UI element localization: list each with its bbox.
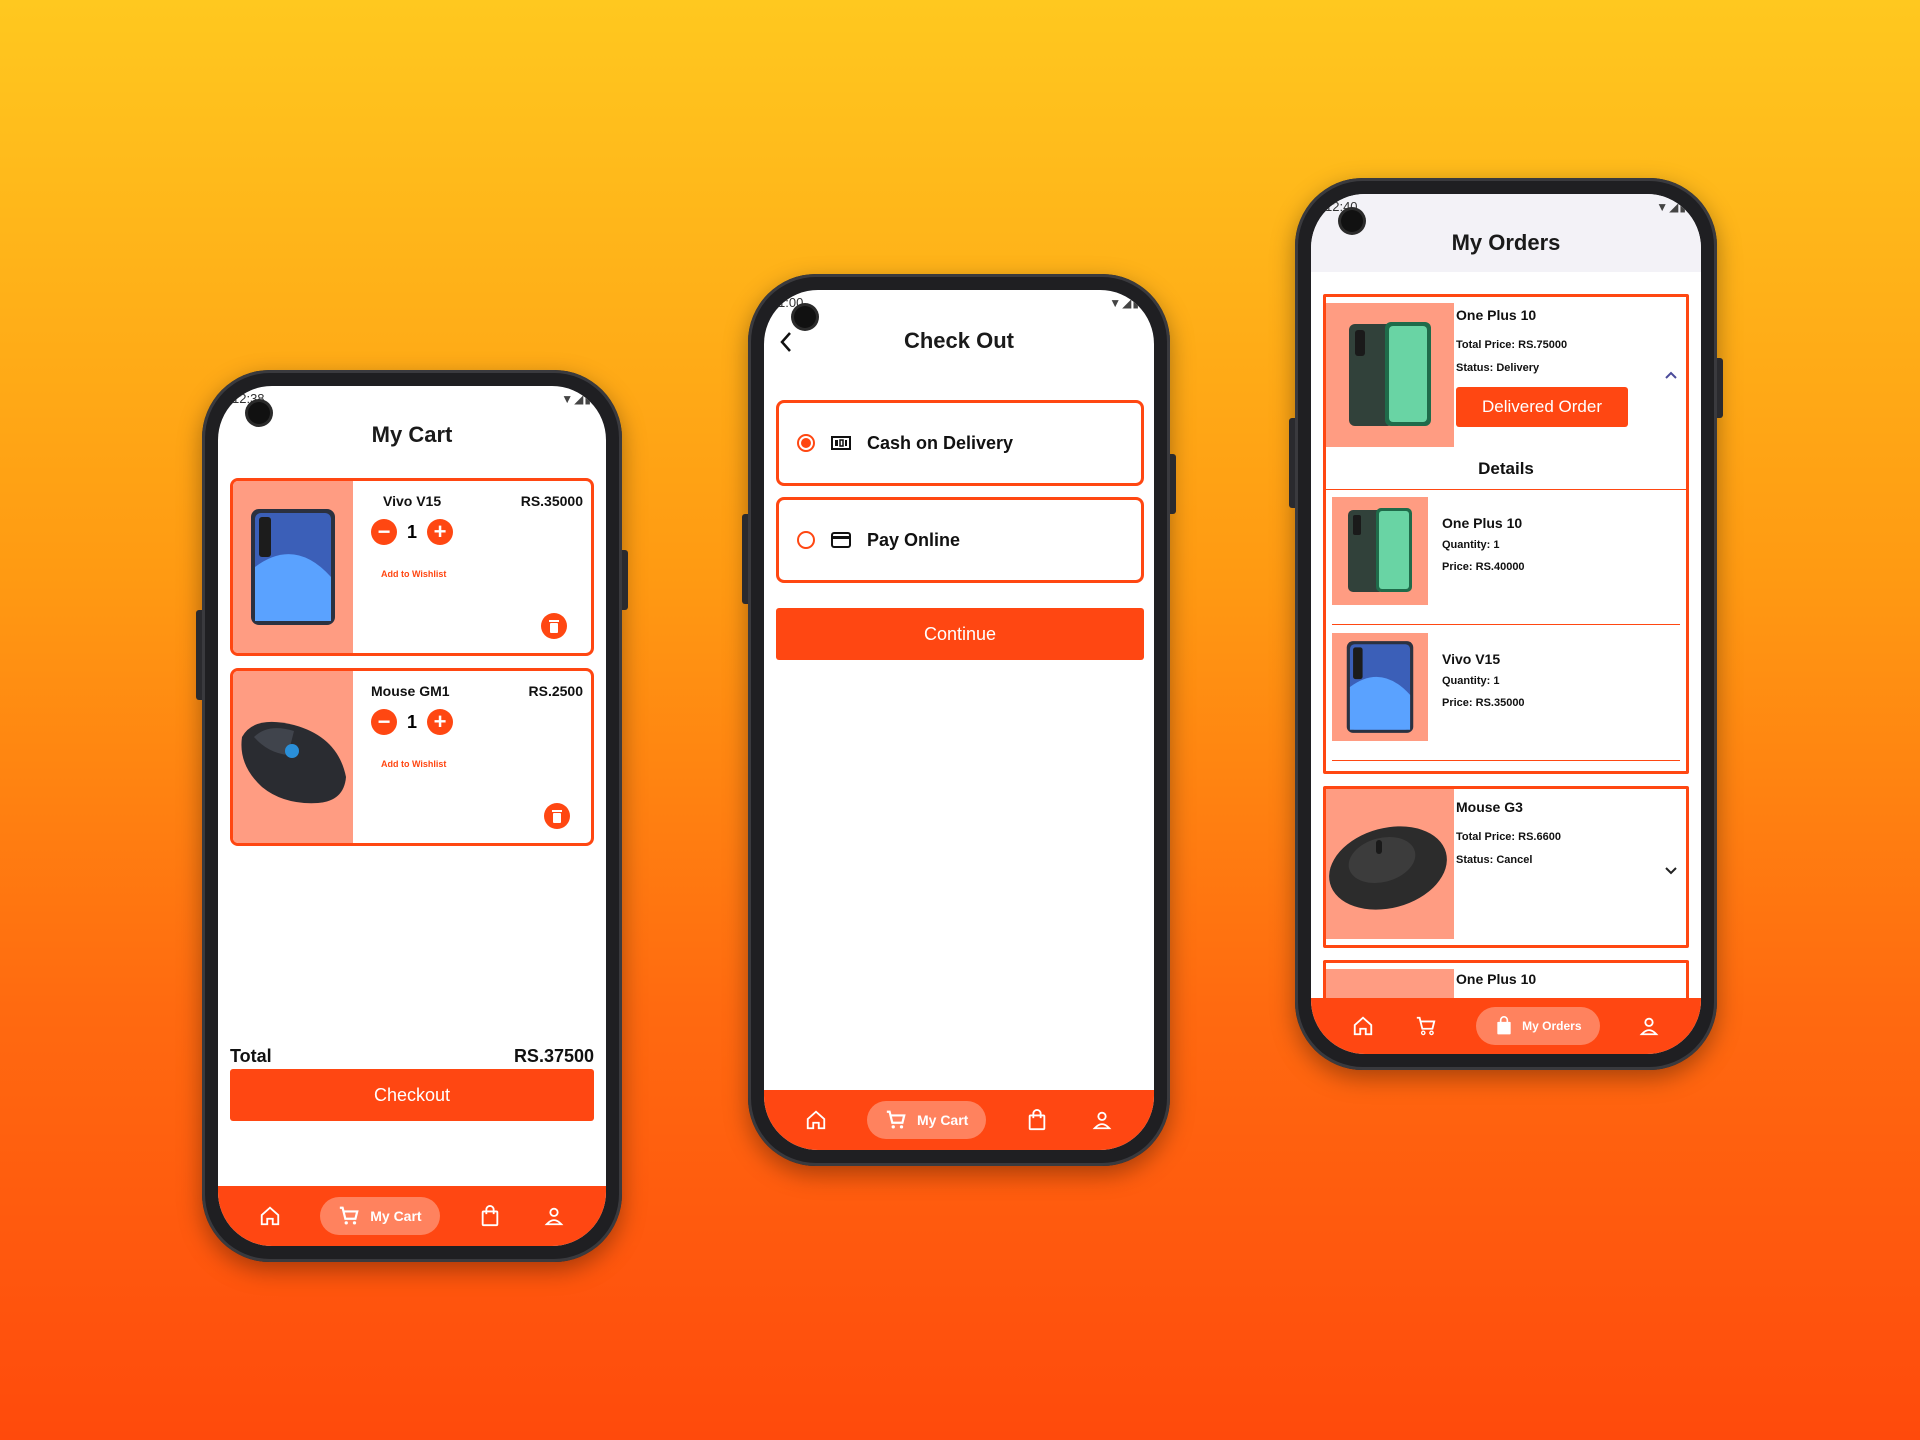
quantity-stepper: − 1 + bbox=[371, 519, 454, 545]
product-image bbox=[1326, 969, 1454, 1000]
order-total: Total Price: RS.75000 bbox=[1456, 339, 1568, 351]
home-icon[interactable] bbox=[256, 1202, 284, 1230]
nav-label: My Cart bbox=[916, 1112, 969, 1128]
home-icon[interactable] bbox=[1349, 1012, 1377, 1040]
user-icon[interactable] bbox=[1088, 1106, 1116, 1134]
status-icons: ▼◢▮ bbox=[1656, 200, 1687, 214]
quantity-stepper: − 1 + bbox=[371, 709, 454, 735]
status-icons: ▼◢▮ bbox=[1109, 296, 1140, 310]
order-status: Status: Cancel bbox=[1456, 854, 1533, 866]
detail-qty: Quantity: 1 bbox=[1442, 539, 1500, 551]
status-icons: ▼◢▮ bbox=[561, 392, 592, 406]
front-camera bbox=[794, 306, 816, 328]
nav-my-cart[interactable]: My Cart bbox=[320, 1197, 440, 1235]
cart-item[interactable]: Mouse GM1 RS.2500 − 1 + Add to Wishlist bbox=[230, 668, 594, 846]
page-title: My Cart bbox=[371, 422, 453, 447]
order-total: Total Price: RS.6600 bbox=[1456, 831, 1561, 843]
plus-button[interactable]: + bbox=[427, 709, 454, 735]
detail-name: Vivo V15 bbox=[1442, 651, 1501, 667]
cart-item[interactable]: Vivo V15 RS.35000 − 1 + Add to Wishlist bbox=[230, 478, 594, 656]
option-label: Cash on Delivery bbox=[867, 432, 1014, 453]
chevron-down-icon[interactable] bbox=[1664, 863, 1678, 881]
checkout-screen: 1:00 ▼◢▮ Check Out Cash on Delivery Pay … bbox=[764, 290, 1154, 1150]
continue-button[interactable]: Continue bbox=[776, 608, 1144, 660]
product-image bbox=[1326, 789, 1454, 939]
cart-icon bbox=[886, 1110, 906, 1129]
chevron-up-icon[interactable] bbox=[1664, 367, 1678, 385]
detail-price: Price: RS.35000 bbox=[1442, 697, 1525, 709]
nav-label: My Cart bbox=[370, 1208, 422, 1224]
trash-icon bbox=[549, 620, 559, 633]
user-icon[interactable] bbox=[540, 1202, 568, 1230]
divider bbox=[1326, 489, 1686, 490]
detail-name: One Plus 10 bbox=[1442, 515, 1523, 531]
item-name: Vivo V15 bbox=[383, 493, 442, 509]
radio-button[interactable] bbox=[797, 434, 815, 452]
plus-button[interactable]: + bbox=[427, 519, 454, 545]
payment-option-cod[interactable]: Cash on Delivery bbox=[776, 400, 1144, 486]
total-label: Total bbox=[230, 1046, 272, 1066]
phone-cart: 12:38 ▼◢▮ My Cart Vivo V15 RS.35000 − 1 … bbox=[196, 370, 628, 1262]
front-camera bbox=[1341, 210, 1363, 232]
detail-row: One Plus 10 Quantity: 1 Price: RS.40000 bbox=[1332, 497, 1680, 625]
bag-icon[interactable] bbox=[1023, 1106, 1051, 1134]
item-price: RS.35000 bbox=[520, 493, 583, 509]
add-to-wishlist-link[interactable]: Add to Wishlist bbox=[381, 759, 446, 769]
order-status: Status: Delivery bbox=[1456, 362, 1540, 374]
product-image bbox=[1326, 303, 1454, 447]
detail-row: Vivo V15 Quantity: 1 Price: RS.35000 bbox=[1332, 633, 1680, 761]
delete-button[interactable] bbox=[544, 803, 570, 829]
details-heading: Details bbox=[1478, 459, 1534, 478]
total-value: RS.37500 bbox=[513, 1046, 594, 1066]
product-image bbox=[233, 481, 353, 653]
home-icon[interactable] bbox=[802, 1106, 830, 1134]
add-to-wishlist-link[interactable]: Add to Wishlist bbox=[381, 569, 446, 579]
detail-price: Price: RS.40000 bbox=[1442, 561, 1525, 573]
bottom-nav: My Orders bbox=[1311, 998, 1701, 1054]
bottom-nav: My Cart bbox=[218, 1186, 606, 1246]
cash-icon bbox=[831, 436, 851, 450]
quantity-value: 1 bbox=[407, 711, 418, 732]
user-icon[interactable] bbox=[1635, 1012, 1663, 1040]
card-icon bbox=[831, 532, 851, 548]
payment-option-online[interactable]: Pay Online bbox=[776, 497, 1144, 583]
checkout-button[interactable]: Checkout bbox=[230, 1069, 594, 1121]
front-camera bbox=[248, 402, 270, 424]
order-name: One Plus 10 bbox=[1456, 307, 1537, 323]
delivered-order-button[interactable]: Delivered Order bbox=[1456, 387, 1628, 427]
nav-label: My Orders bbox=[1522, 1019, 1582, 1033]
order-card[interactable]: Mouse G3 Total Price: RS.6600 Status: Ca… bbox=[1323, 786, 1689, 948]
radio-button[interactable] bbox=[797, 531, 815, 549]
item-price: RS.2500 bbox=[528, 683, 583, 699]
page-title: Check Out bbox=[903, 328, 1015, 353]
trash-icon bbox=[552, 810, 562, 823]
cart-icon bbox=[340, 1206, 359, 1225]
product-image bbox=[233, 671, 353, 843]
bag-icon bbox=[1497, 1016, 1511, 1035]
order-card[interactable]: One Plus 10 bbox=[1323, 960, 1689, 1000]
orders-screen: 12:40 ▼◢▮ My Orders One Plus 10 Total Pr… bbox=[1311, 194, 1701, 1054]
order-name: One Plus 10 bbox=[1456, 971, 1537, 987]
bottom-nav: My Cart bbox=[764, 1090, 1154, 1150]
minus-button[interactable]: − bbox=[371, 709, 397, 735]
product-image bbox=[1332, 633, 1428, 741]
option-label: Pay Online bbox=[867, 529, 961, 550]
cart-icon[interactable] bbox=[1412, 1012, 1440, 1040]
page-title: My Orders bbox=[1451, 230, 1561, 255]
item-name: Mouse GM1 bbox=[371, 683, 450, 699]
delete-button[interactable] bbox=[541, 613, 567, 639]
quantity-value: 1 bbox=[407, 521, 418, 542]
product-image bbox=[1332, 497, 1428, 605]
detail-qty: Quantity: 1 bbox=[1442, 675, 1500, 687]
phone-checkout: 1:00 ▼◢▮ Check Out Cash on Delivery Pay … bbox=[742, 274, 1176, 1166]
nav-my-cart[interactable]: My Cart bbox=[866, 1101, 987, 1139]
cart-screen: 12:38 ▼◢▮ My Cart Vivo V15 RS.35000 − 1 … bbox=[218, 386, 606, 1246]
minus-button[interactable]: − bbox=[371, 519, 397, 545]
phone-orders: 12:40 ▼◢▮ My Orders One Plus 10 Total Pr… bbox=[1289, 178, 1723, 1070]
order-name: Mouse G3 bbox=[1456, 799, 1523, 815]
bag-icon[interactable] bbox=[476, 1202, 504, 1230]
nav-my-orders[interactable]: My Orders bbox=[1476, 1007, 1600, 1045]
order-card[interactable]: One Plus 10 Total Price: RS.75000 Status… bbox=[1323, 294, 1689, 774]
